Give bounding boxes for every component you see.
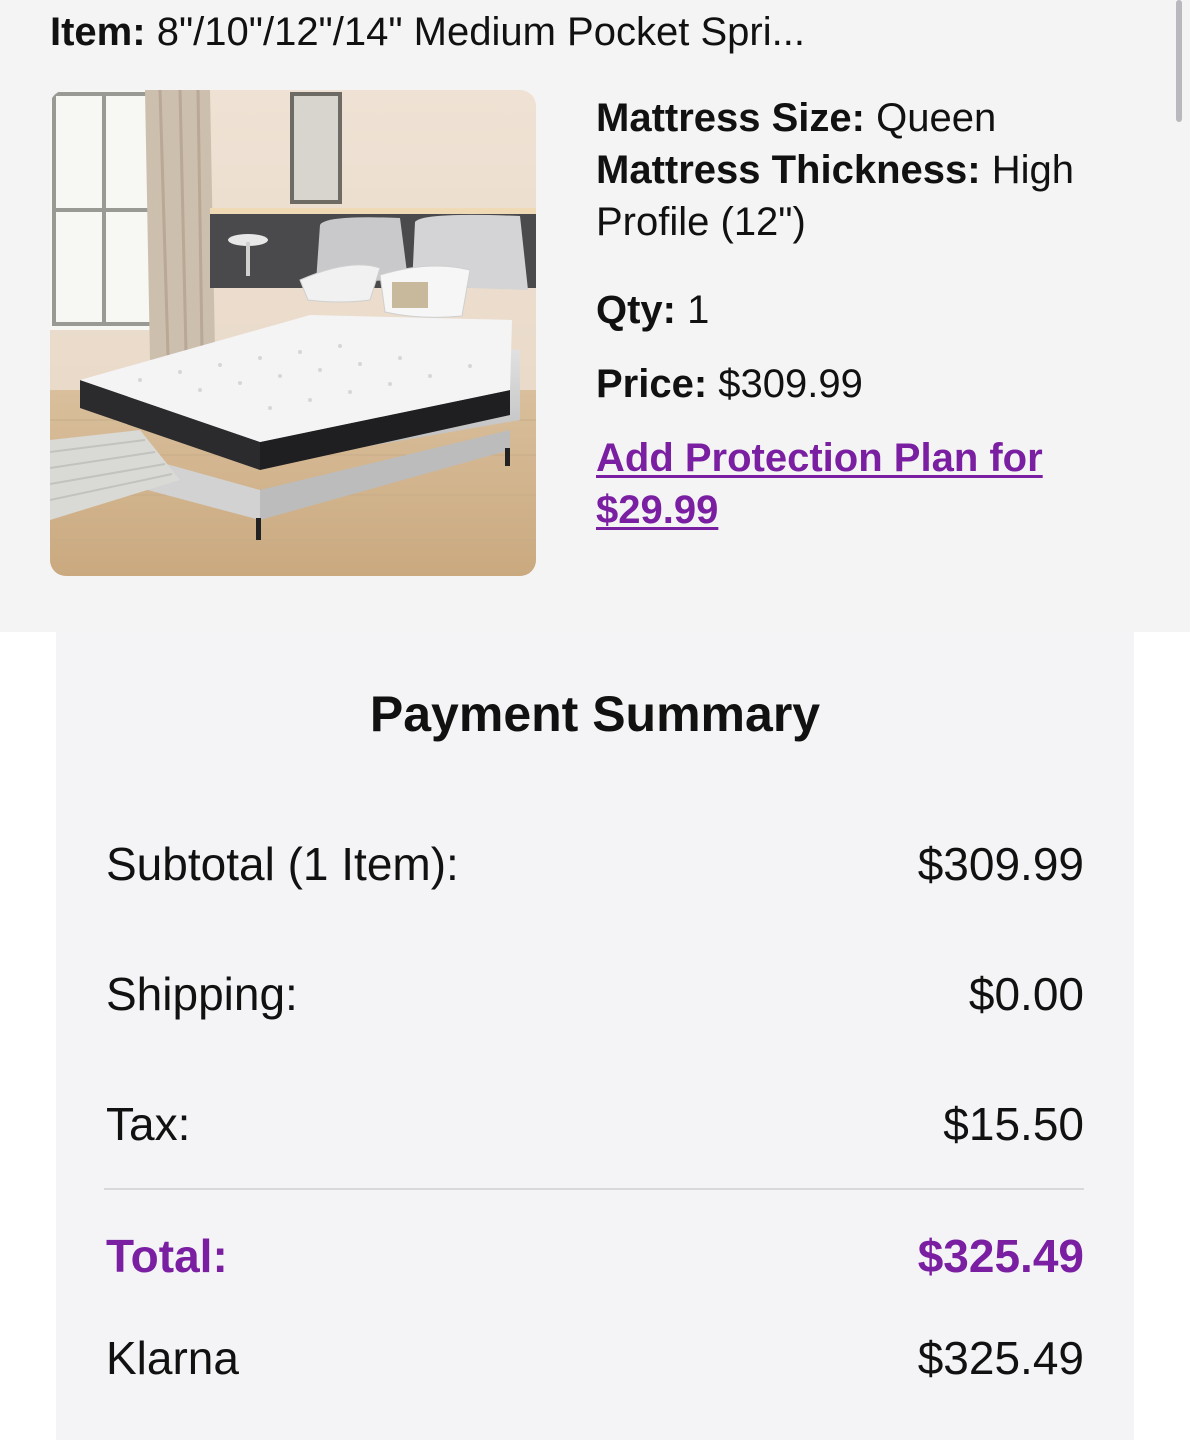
subtotal-value: $309.99 bbox=[917, 838, 1084, 890]
size-line: Mattress Size: Queen bbox=[596, 92, 1156, 144]
price-line: Price: $309.99 bbox=[596, 358, 1156, 410]
qty-line: Qty: 1 bbox=[596, 284, 1156, 336]
size-value: Queen bbox=[876, 96, 997, 140]
qty-value: 1 bbox=[687, 288, 710, 332]
thickness-line: Mattress Thickness: High Profile (12") bbox=[596, 144, 1156, 248]
subtotal-row: Subtotal (1 Item): $309.99 bbox=[106, 834, 1084, 894]
total-row: Total: $325.49 bbox=[106, 1226, 1084, 1286]
scrollbar[interactable] bbox=[1176, 0, 1182, 122]
tax-label: Tax: bbox=[106, 1098, 191, 1150]
shipping-row: Shipping: $0.00 bbox=[106, 964, 1084, 1024]
price-value: $309.99 bbox=[718, 362, 863, 406]
payment-summary: Payment Summary Subtotal (1 Item): $309.… bbox=[56, 632, 1134, 1440]
mattress-bed-icon bbox=[50, 90, 536, 576]
shipping-label: Shipping: bbox=[106, 968, 298, 1020]
klarna-row: Klarna $325.49 bbox=[106, 1328, 1084, 1388]
size-label: Mattress Size: bbox=[596, 96, 865, 140]
add-protection-plan-link[interactable]: Add Protection Plan for $29.99 bbox=[596, 432, 1156, 536]
subtotal-label: Subtotal (1 Item): bbox=[106, 838, 459, 890]
item-title: Item: 8"/10"/12"/14" Medium Pocket Spri.… bbox=[50, 8, 805, 56]
shipping-value: $0.00 bbox=[968, 968, 1084, 1020]
tax-value: $15.50 bbox=[943, 1098, 1084, 1150]
item-section: Item: 8"/10"/12"/14" Medium Pocket Spri.… bbox=[0, 0, 1190, 632]
order-review-page: Item: 8"/10"/12"/14" Medium Pocket Spri.… bbox=[0, 0, 1190, 1440]
item-details: Mattress Size: Queen Mattress Thickness:… bbox=[596, 92, 1156, 536]
total-value: $325.49 bbox=[917, 1230, 1084, 1282]
tax-row: Tax: $15.50 bbox=[106, 1094, 1084, 1154]
product-image bbox=[50, 90, 536, 576]
summary-divider bbox=[104, 1188, 1084, 1190]
item-label: Item: bbox=[50, 10, 146, 54]
item-name: 8"/10"/12"/14" Medium Pocket Spri... bbox=[156, 10, 805, 54]
thickness-label: Mattress Thickness: bbox=[596, 148, 981, 192]
qty-label: Qty: bbox=[596, 288, 676, 332]
price-label: Price: bbox=[596, 362, 708, 406]
payment-summary-title: Payment Summary bbox=[369, 686, 821, 742]
klarna-label: Klarna bbox=[106, 1332, 239, 1384]
total-label: Total: bbox=[106, 1230, 228, 1282]
klarna-value: $325.49 bbox=[917, 1332, 1084, 1384]
